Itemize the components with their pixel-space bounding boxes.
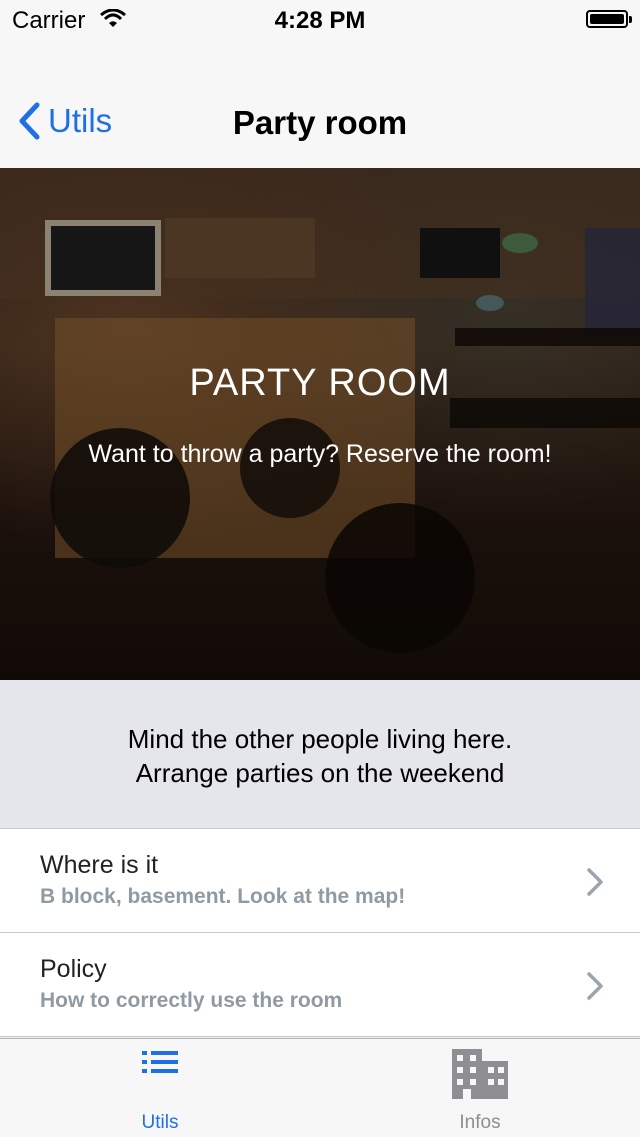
- list-item-policy[interactable]: Policy How to correctly use the room: [0, 933, 640, 1037]
- page-title: Party room: [232, 104, 408, 141]
- tab-bar: Utils Infos: [0, 1038, 640, 1137]
- hero-subtitle: Want to throw a party? Reserve the room!: [88, 440, 552, 468]
- battery-icon: [586, 10, 632, 28]
- tab-label: Infos: [459, 1112, 501, 1133]
- tab-label: Utils: [141, 1112, 179, 1133]
- list-item-where-is-it[interactable]: Where is it B block, basement. Look at t…: [0, 829, 640, 933]
- hero-title: PARTY ROOM: [189, 362, 451, 404]
- list-item-subtitle: B block, basement. Look at the map!: [40, 885, 406, 908]
- navigation-bar: Utils Party room: [0, 40, 640, 168]
- chevron-right-icon: [587, 972, 603, 1000]
- tab-utils[interactable]: Utils: [0, 1039, 320, 1137]
- status-time: 4:28 PM: [274, 7, 366, 34]
- building-icon: [452, 1049, 508, 1099]
- list-item-title: Policy: [40, 955, 107, 983]
- status-bar: Carrier 4:28 PM: [0, 0, 640, 40]
- list-icon: [142, 1051, 178, 1073]
- info-list: Where is it B block, basement. Look at t…: [0, 828, 640, 1037]
- list-item-subtitle: How to correctly use the room: [40, 989, 343, 1012]
- hero-image: PARTY ROOM Want to throw a party? Reserv…: [0, 168, 640, 680]
- notice-section: Mind the other people living here. Arran…: [0, 680, 640, 828]
- notice-line-2: Arrange parties on the weekend: [135, 758, 505, 788]
- chevron-right-icon: [587, 868, 603, 896]
- notice-line-1: Mind the other people living here.: [127, 724, 513, 754]
- tab-infos[interactable]: Infos: [320, 1039, 640, 1137]
- list-item-title: Where is it: [40, 851, 159, 879]
